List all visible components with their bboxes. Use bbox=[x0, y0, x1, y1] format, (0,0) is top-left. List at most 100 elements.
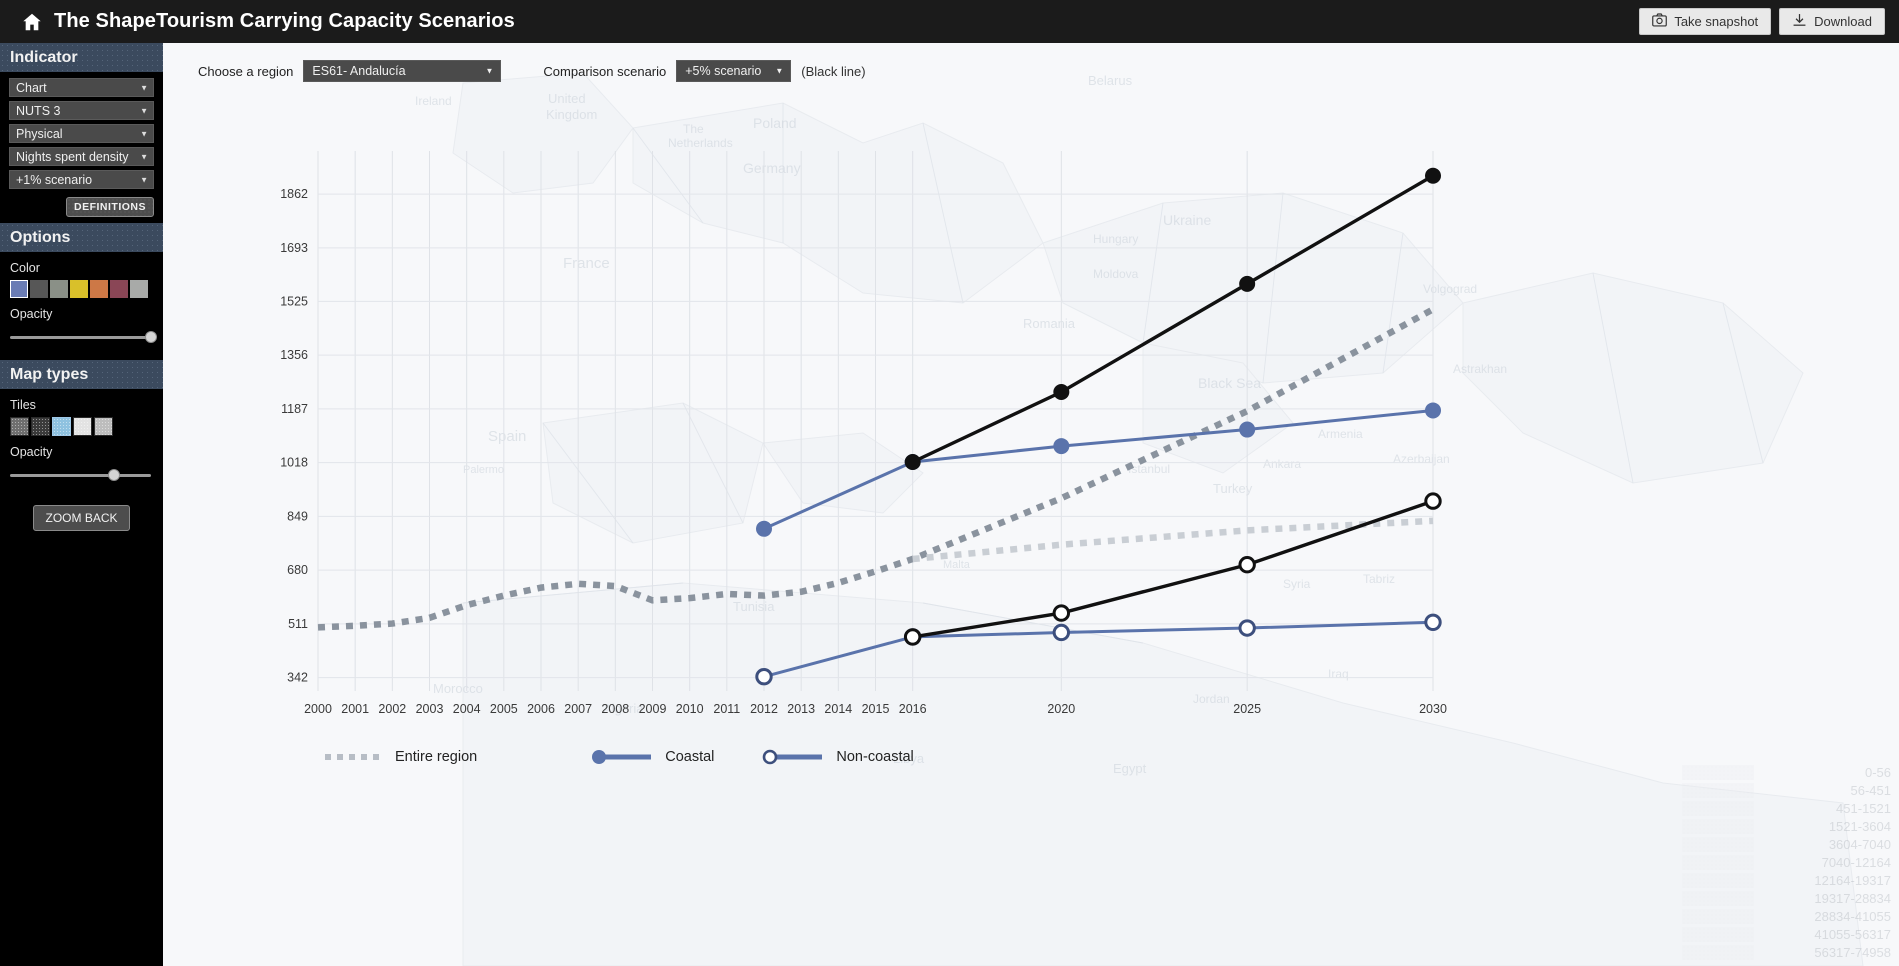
tile-swatch-2[interactable] bbox=[52, 417, 71, 436]
tile-opacity-label: Opacity bbox=[10, 445, 53, 459]
chevron-down-icon: ▼ bbox=[140, 106, 148, 115]
data-point[interactable] bbox=[1053, 438, 1070, 455]
y-axis-tick-label: 511 bbox=[288, 617, 308, 631]
legend-dotted-swatch bbox=[325, 754, 381, 760]
legend-non-coastal-label: Non-coastal bbox=[836, 749, 914, 765]
chart-legend: Entire region Coastal Non-coastal bbox=[323, 748, 914, 766]
x-axis-tick-label: 2013 bbox=[787, 702, 815, 716]
tiles-label: Tiles bbox=[10, 398, 36, 412]
select-nuts-level[interactable]: NUTS 3 ▼ bbox=[9, 101, 154, 120]
x-axis-tick-label: 2001 bbox=[341, 702, 369, 716]
data-point[interactable] bbox=[1424, 492, 1442, 510]
color-swatch-3[interactable] bbox=[70, 280, 88, 298]
indicator-heading: Indicator bbox=[0, 43, 163, 72]
select-dimension[interactable]: Physical ▼ bbox=[9, 124, 154, 143]
chevron-down-icon: ▼ bbox=[140, 129, 148, 138]
definitions-button[interactable]: DEFINITIONS bbox=[65, 197, 154, 217]
data-point[interactable] bbox=[1052, 604, 1071, 622]
data-point[interactable] bbox=[1239, 275, 1256, 292]
data-point[interactable] bbox=[1238, 556, 1256, 574]
legend-non-coastal[interactable]: Non-coastal bbox=[758, 748, 914, 766]
y-axis-tick-label: 1525 bbox=[280, 294, 308, 308]
x-axis-tick-label: 2002 bbox=[378, 702, 406, 716]
data-point[interactable] bbox=[904, 453, 921, 470]
home-icon[interactable] bbox=[10, 11, 54, 33]
comparison-scenario-value: +5% scenario bbox=[685, 64, 762, 78]
download-button[interactable]: Download bbox=[1779, 8, 1885, 35]
tile-opacity-slider-knob[interactable] bbox=[108, 469, 121, 481]
data-point[interactable] bbox=[755, 667, 773, 686]
data-point[interactable] bbox=[1052, 623, 1071, 642]
select-chart-type[interactable]: Chart ▼ bbox=[9, 78, 154, 97]
header-actions: Take snapshot Download bbox=[1639, 8, 1885, 35]
color-swatch-4[interactable] bbox=[90, 280, 108, 298]
app-header: The ShapeTourism Carrying Capacity Scena… bbox=[0, 0, 1899, 43]
x-axis-tick-label: 2005 bbox=[490, 702, 518, 716]
color-swatch-6[interactable] bbox=[130, 280, 148, 298]
x-axis-tick-label: 2010 bbox=[676, 702, 704, 716]
legend-non-coastal-swatch bbox=[763, 749, 823, 765]
legend-entire-region-label: Entire region bbox=[395, 749, 478, 765]
chevron-down-icon: ▼ bbox=[485, 66, 494, 76]
chart-controls: Choose a region ES61- Andalucía ▼ Compar… bbox=[198, 60, 866, 82]
region-select-value: ES61- Andalucía bbox=[312, 64, 406, 78]
data-point[interactable] bbox=[1238, 619, 1256, 637]
take-snapshot-label: Take snapshot bbox=[1674, 14, 1759, 29]
main-content: United Kingdom Ireland The Netherlands P… bbox=[163, 43, 1899, 966]
data-point[interactable] bbox=[1239, 421, 1256, 438]
data-point[interactable] bbox=[1053, 384, 1070, 401]
download-icon bbox=[1792, 13, 1807, 30]
opacity-slider[interactable] bbox=[10, 330, 157, 344]
x-axis-tick-label: 2020 bbox=[1047, 702, 1075, 716]
x-axis-tick-label: 2016 bbox=[899, 702, 927, 716]
tile-opacity-slider[interactable] bbox=[10, 468, 151, 482]
x-axis-labels: 2000 2001 2002 2003 2004 2005 2006 2007 2008 2009… bbox=[304, 702, 1447, 716]
color-swatch-0[interactable] bbox=[10, 280, 28, 298]
y-axis-tick-label: 1862 bbox=[280, 187, 308, 201]
zoom-back-button[interactable]: ZOOM BACK bbox=[33, 505, 130, 531]
region-label: Choose a region bbox=[198, 63, 294, 79]
data-point[interactable] bbox=[903, 628, 922, 646]
select-indicator[interactable]: Nights spent density ▼ bbox=[9, 147, 154, 166]
x-axis-tick-label: 2009 bbox=[639, 702, 667, 716]
legend-coastal[interactable]: Coastal bbox=[587, 748, 714, 766]
color-swatch-1[interactable] bbox=[30, 280, 48, 298]
chart-gridlines bbox=[317, 151, 1434, 691]
data-point[interactable] bbox=[1425, 402, 1441, 419]
select-dimension-value: Physical bbox=[16, 126, 63, 141]
color-swatch-2[interactable] bbox=[50, 280, 68, 298]
chevron-down-icon: ▼ bbox=[140, 83, 148, 92]
y-axis-tick-label: 342 bbox=[287, 671, 308, 685]
x-axis-tick-label: 2014 bbox=[824, 702, 852, 716]
options-heading: Options bbox=[0, 223, 163, 252]
page-title: The ShapeTourism Carrying Capacity Scena… bbox=[54, 10, 515, 32]
legend-entire-region[interactable]: Entire region bbox=[323, 749, 477, 765]
opacity-slider-knob[interactable] bbox=[145, 331, 157, 343]
color-swatch-5[interactable] bbox=[110, 280, 128, 298]
opacity-slider-row bbox=[0, 326, 163, 344]
chevron-down-icon: ▼ bbox=[140, 175, 148, 184]
comparison-scenario-select[interactable]: +5% scenario ▼ bbox=[676, 60, 792, 82]
tile-swatch-0[interactable] bbox=[10, 417, 29, 436]
download-label: Download bbox=[1814, 14, 1872, 29]
tile-opacity-slider-track bbox=[10, 474, 151, 477]
tile-swatch-1[interactable] bbox=[31, 417, 50, 436]
indicator-select-group: Chart ▼ NUTS 3 ▼ Physical ▼ Nights spent… bbox=[0, 72, 163, 189]
x-axis-tick-label: 2000 bbox=[304, 702, 332, 716]
camera-icon bbox=[1652, 13, 1668, 30]
tile-swatch-3[interactable] bbox=[73, 417, 92, 436]
region-select[interactable]: ES61- Andalucía ▼ bbox=[303, 60, 502, 82]
color-swatch-group bbox=[0, 280, 163, 298]
tile-swatch-4[interactable] bbox=[94, 417, 113, 436]
chart-series bbox=[755, 613, 1442, 686]
x-axis-tick-label: 2030 bbox=[1419, 702, 1447, 716]
data-point[interactable] bbox=[756, 520, 772, 537]
select-scenario[interactable]: +1% scenario ▼ bbox=[9, 170, 154, 189]
scenario-note: (Black line) bbox=[801, 63, 866, 79]
data-point[interactable] bbox=[1424, 613, 1442, 631]
take-snapshot-button[interactable]: Take snapshot bbox=[1639, 8, 1772, 35]
y-axis-tick-label: 1693 bbox=[280, 241, 308, 255]
tile-opacity-slider-row bbox=[0, 464, 163, 482]
x-axis-tick-label: 2012 bbox=[750, 702, 778, 716]
data-point[interactable] bbox=[1425, 167, 1441, 184]
